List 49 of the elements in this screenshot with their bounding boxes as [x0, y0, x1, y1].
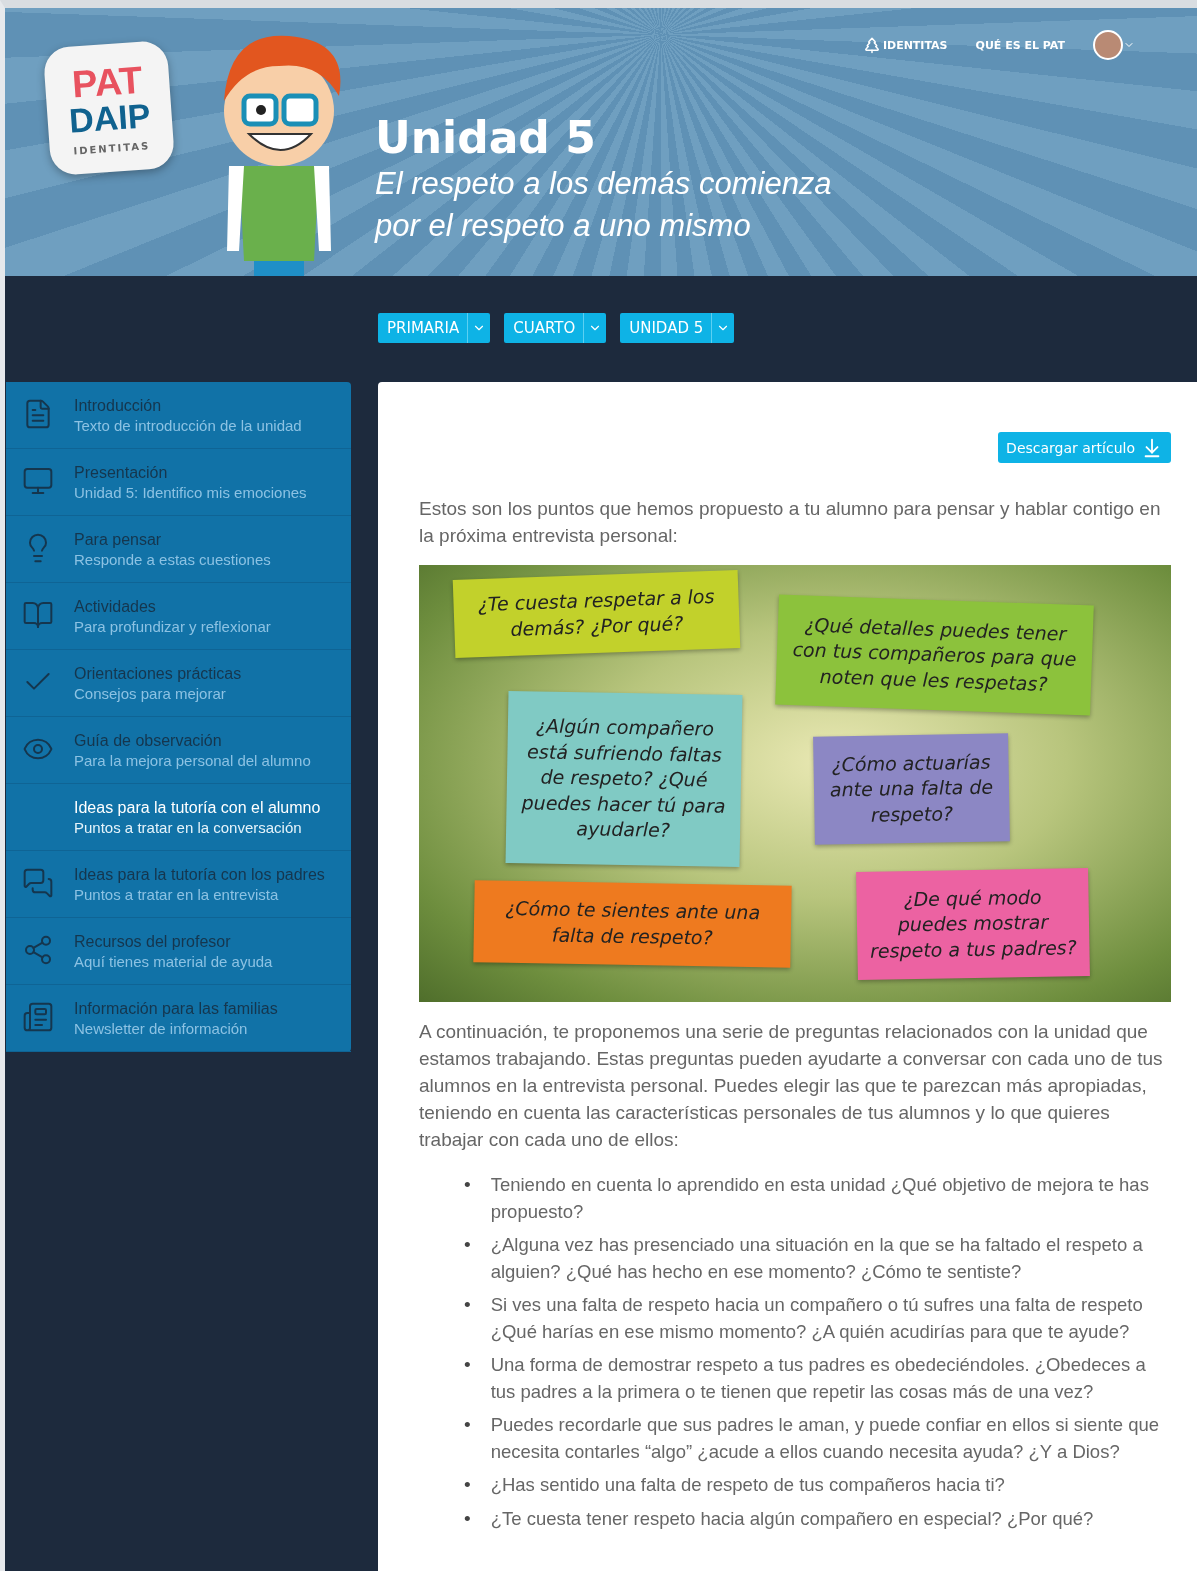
sticky-note: ¿Te cuesta respetar a los demás? ¿Por qué?: [452, 570, 741, 658]
sidebar-item[interactable]: Ideas para la tutoría con los padres Puntos a tratar en la entrevista: [6, 851, 351, 918]
menu-icon: [22, 867, 54, 899]
tree-icon: [862, 36, 881, 54]
question-item: Una forma de demostrar respeto a tus padres es obedeciéndoles. ¿Obedeces a tus padres a la primera o te tienen que repetir las cosas más de una vez?: [490, 1353, 1147, 1404]
sticky-note: ¿Algún compañero está sufriendo faltas de respeto? ¿Qué puedes hacer tú para ayudarle?: [505, 690, 743, 868]
level-dropdown[interactable]: PRIMARIA: [378, 313, 491, 343]
sidebar-item[interactable]: Orientaciones prácticas Consejos para mejorar: [6, 650, 351, 717]
download-button[interactable]: Descargar artículo: [998, 432, 1171, 463]
logo[interactable]: PAT DAIP IDENTITAS: [42, 39, 176, 177]
level-dropdown[interactable]: UNIDAD 5: [620, 313, 735, 343]
sidebar-item[interactable]: Recursos del profesor Aquí tienes material de ayuda: [6, 918, 351, 985]
sticky-note: ¿Qué detalles puedes tener con tus compañeros para que noten que les respetas?: [775, 594, 1094, 716]
nav-link[interactable]: IDENTITAS: [882, 38, 948, 52]
bullet: •: [464, 1473, 471, 1497]
menu-icon: [22, 599, 54, 631]
bullet: •: [464, 1173, 471, 1197]
sidebar-item[interactable]: Guía de observación Para la mejora personal del alumno: [6, 717, 351, 784]
sidebar-item[interactable]: Para pensar Responde a estas cuestiones: [6, 516, 351, 583]
sidebar-item[interactable]: Información para las familias Newsletter de información: [6, 985, 351, 1052]
sticky-note: ¿De qué modo puedes mostrar respeto a tus padres?: [856, 868, 1090, 980]
sidebar-item[interactable]: Introducción Texto de introducción de la unidad: [6, 382, 351, 449]
bullet: •: [464, 1293, 471, 1317]
sticky-note: ¿Cómo actuarías ante una falta de respeto?: [813, 733, 1010, 845]
intro-paragraph: Estos son los puntos que hemos propuesto a tu alumno para pensar y hablar contigo en la próxima entrevista personal:: [419, 497, 1162, 548]
sidebar-item[interactable]: Ideas para la tutoría con el alumno Puntos a tratar en la conversación: [6, 784, 351, 851]
bullet: •: [464, 1413, 471, 1437]
level-dropdown[interactable]: CUARTO: [504, 313, 607, 343]
sidebar-item[interactable]: Actividades Para profundizar y reflexionar: [6, 583, 351, 650]
body-paragraph: A continuación, te proponemos una serie de preguntas relacionados con la unidad que estamos trabajando. Estas preguntas pueden ayudarte a conversar con cada uno de tus alumnos en la entrevista personal. Puedes elegir las que te parezcan más apropiadas, teniendo en cuenta las características personales de tus alumnos y lo que quieres trabajar con cada uno de ellos:: [419, 1020, 1164, 1152]
menu-icon: [22, 465, 54, 497]
question-item: ¿Alguna vez has presenciado una situación en la que se ha faltado el respeto a alguien? ¿Qué has hecho en ese momento? ¿Cómo te sentiste?: [490, 1233, 1144, 1284]
question-item: Si ves una falta de respeto hacia un compañero o tú sufres una falta de respeto ¿Qué harías en ese mismo momento? ¿A quién acudirías para que te ayude?: [490, 1293, 1144, 1344]
question-item: ¿Has sentido una falta de respeto de tus compañeros hacia ti?: [490, 1473, 1005, 1497]
menu-icon: [22, 934, 54, 966]
bullet: •: [464, 1507, 471, 1531]
sticky-note: ¿Cómo te sientes ante una falta de respeto?: [473, 880, 792, 968]
unit-title: Unidad 5: [375, 112, 597, 163]
question-item: Puedes recordarle que sus padres le aman, y puede confiar en ellos si siente que necesita contarles “algo” ¿acude a ellos cuando necesita ayuda? ¿Y a Dios?: [490, 1413, 1161, 1464]
user-avatar[interactable]: [1093, 30, 1123, 60]
menu-icon: [22, 1001, 54, 1033]
unit-subtitle: El respeto a los demás comienza por el respeto a uno mismo: [375, 165, 833, 245]
bullet: •: [464, 1353, 471, 1377]
question-item: ¿Te cuesta tener respeto hacia algún compañero en especial? ¿Por qué?: [490, 1507, 1094, 1531]
nav-link[interactable]: QUÉ ES EL PAT: [975, 38, 1065, 52]
question-item: Teniendo en cuenta lo aprendido en esta unidad ¿Qué objetivo de mejora te has propuesto?: [490, 1173, 1150, 1224]
logo-caption: IDENTITAS: [73, 139, 151, 157]
bullet: •: [464, 1233, 471, 1257]
sidebar-item[interactable]: Presentación Unidad 5: Identifico mis emociones: [6, 449, 351, 516]
